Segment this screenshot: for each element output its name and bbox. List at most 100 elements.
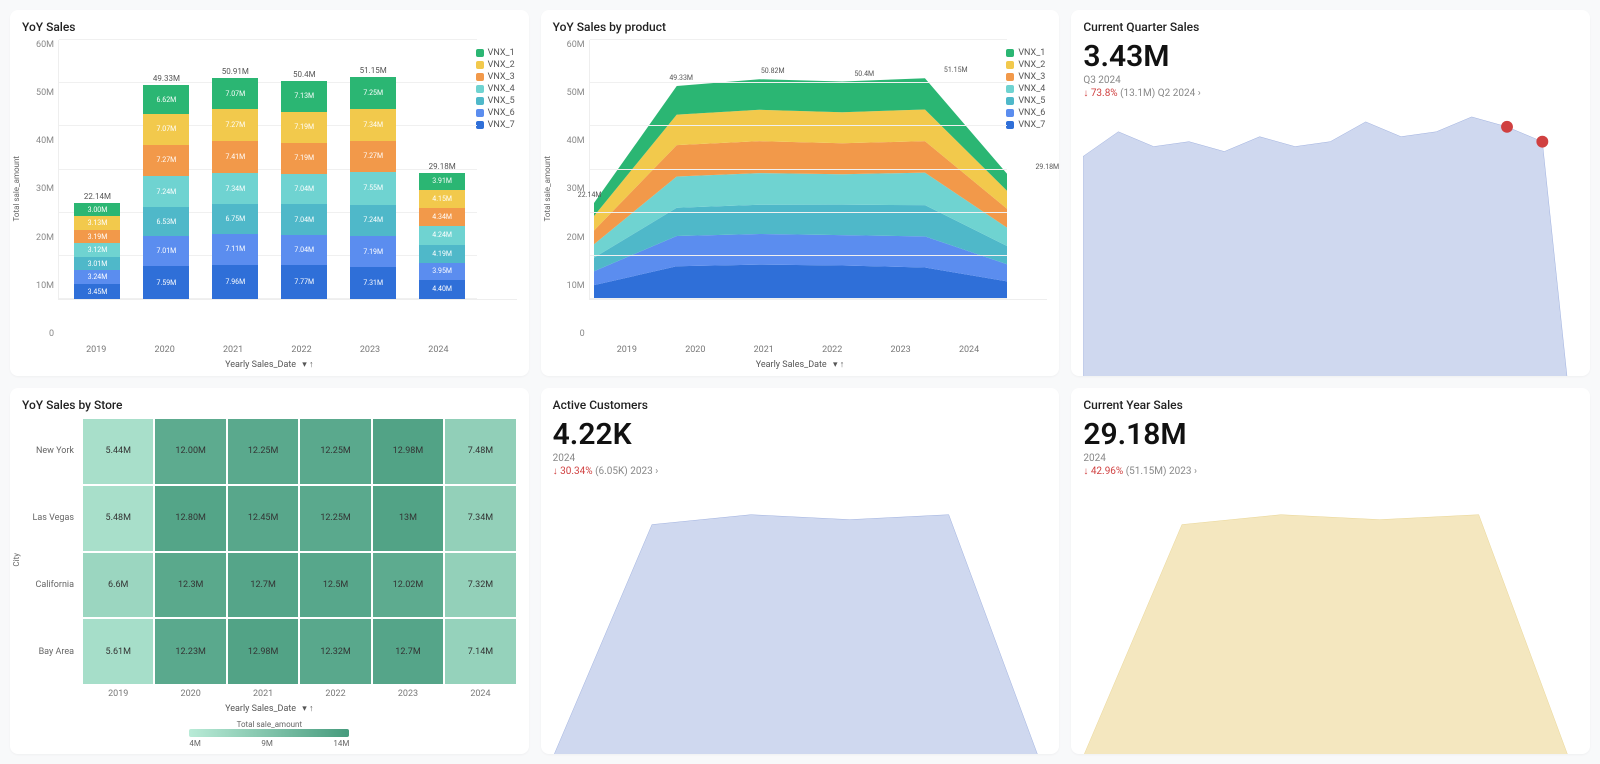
delta-abs: (51.15M)	[1126, 466, 1167, 477]
heatmap-row-label: Las Vegas	[22, 485, 82, 552]
bar-total-label: 49.33M	[153, 74, 180, 83]
heatmap-cell[interactable]: 12.02M	[372, 552, 444, 619]
card-title: YoY Sales by Store	[22, 398, 517, 412]
delta-pct: 30.34%	[560, 466, 592, 477]
bar-segment: 7.11M	[212, 234, 258, 265]
heatmap-cell[interactable]: 7.34M	[444, 485, 516, 552]
bar-segment: 7.13M	[281, 81, 327, 112]
bar-segment: 7.34M	[212, 173, 258, 205]
card-title: Current Year Sales	[1083, 398, 1578, 412]
kpi-value: 29.18M	[1083, 418, 1578, 451]
bar-column[interactable]: 29.18M4.40M3.95M4.19M4.24M4.34M4.15M3.91…	[417, 162, 467, 299]
legend-title: Total sale_amount	[237, 720, 303, 729]
bar-segment: 4.34M	[419, 208, 465, 227]
chart-body: 60M50M40M30M20M10M0 22.14M49.33M50.82M50…	[553, 40, 1048, 339]
bar-segment: 7.19M	[281, 143, 327, 174]
kpi-period: Q3 2024	[1083, 75, 1578, 86]
bar-segment: 7.27M	[143, 145, 189, 177]
bar-column[interactable]: 49.33M7.59M7.01M6.53M7.24M7.27M7.07M6.62…	[141, 74, 191, 299]
chevron-right-icon[interactable]: ›	[655, 466, 658, 477]
heatmap-cell[interactable]: 12.00M	[154, 418, 226, 485]
delta-abs: (13.1M)	[1120, 88, 1155, 99]
area-total-label: 22.14M	[578, 191, 602, 199]
heatmap-cell[interactable]: 12.7M	[372, 618, 444, 685]
heatmap-cell[interactable]: 13M	[372, 485, 444, 552]
compare-period: Q2 2024	[1158, 88, 1195, 99]
bar-column[interactable]: 50.91M7.96M7.11M6.75M7.34M7.41M7.27M7.07…	[210, 67, 260, 299]
card-yoy-by-store[interactable]: YoY Sales by Store City New York5.44M12.…	[10, 388, 529, 754]
x-tick: 2020	[155, 345, 175, 355]
heatmap-cell[interactable]: 7.32M	[444, 552, 516, 619]
dashboard: YoY Sales VNX_1VNX_2VNX_3VNX_4VNX_5VNX_6…	[0, 0, 1600, 764]
bar-segment: 3.91M	[419, 173, 465, 190]
heatmap-cell[interactable]: 5.61M	[82, 618, 154, 685]
x-axis-label: Yearly Sales_Date ▾ ↑	[22, 359, 517, 370]
card-current-quarter[interactable]: Current Quarter Sales 3.43M Q3 2024 ↓ 73…	[1071, 10, 1590, 376]
bar-segment: 3.12M	[74, 243, 120, 257]
heatmap-cell[interactable]: 12.98M	[227, 618, 299, 685]
bar-segment: 3.45M	[74, 284, 120, 299]
kpi-value: 3.43M	[1083, 40, 1578, 73]
bar-segment: 7.31M	[350, 267, 396, 299]
delta-pct: 73.8%	[1091, 88, 1118, 99]
heatmap-cell[interactable]: 12.45M	[227, 485, 299, 552]
heatmap-cell[interactable]: 12.80M	[154, 485, 226, 552]
sort-icon[interactable]: ▾ ↑	[302, 359, 313, 370]
heatmap-cell[interactable]: 12.23M	[154, 618, 226, 685]
chevron-right-icon[interactable]: ›	[1194, 466, 1197, 477]
down-arrow-icon: ↓	[1083, 466, 1088, 477]
bar-total-label: 22.14M	[84, 192, 111, 201]
heatmap-cell[interactable]: 12.98M	[372, 418, 444, 485]
heatmap-cell[interactable]: 7.48M	[444, 418, 516, 485]
bar-segment: 3.19M	[74, 230, 120, 244]
y-axis-label: Total sale_amount	[543, 156, 552, 222]
x-tick: 2021	[754, 345, 774, 355]
bar-column[interactable]: 51.15M7.31M7.19M7.24M7.55M7.27M7.34M7.25…	[348, 66, 398, 299]
x-tick: 2022	[822, 345, 842, 355]
bar-plot[interactable]: 22.14M3.45M3.24M3.01M3.12M3.19M3.13M3.00…	[58, 40, 517, 300]
area-plot[interactable]: 22.14M49.33M50.82M50.4M51.15M29.18M	[589, 40, 1048, 300]
heatmap-cell[interactable]: 7.14M	[444, 618, 516, 685]
sort-icon[interactable]: ▾ ↑	[302, 703, 313, 714]
bar-segment: 7.04M	[281, 174, 327, 205]
heatmap-cell[interactable]: 12.25M	[299, 485, 371, 552]
heatmap-cell[interactable]: 5.44M	[82, 418, 154, 485]
sort-icon[interactable]: ▾ ↑	[833, 359, 844, 370]
x-axis-label: Yearly Sales_Date ▾ ↑	[22, 703, 517, 714]
bar-segment: 4.24M	[419, 226, 465, 244]
bar-segment: 6.53M	[143, 207, 189, 235]
card-active-customers[interactable]: Active Customers 4.22K 2024 ↓ 30.34% (6.…	[541, 388, 1060, 754]
bar-segment: 7.96M	[212, 265, 258, 299]
bar-column[interactable]: 50.4M7.77M7.04M7.04M7.04M7.19M7.19M7.13M	[279, 70, 329, 299]
bar-column[interactable]: 22.14M3.45M3.24M3.01M3.12M3.19M3.13M3.00…	[72, 192, 122, 299]
x-tick: 2021	[227, 689, 299, 699]
chevron-right-icon[interactable]: ›	[1198, 88, 1201, 99]
heatmap-row-label: New York	[22, 418, 82, 485]
bar-total-label: 50.4M	[293, 70, 316, 79]
area-total-label: 50.4M	[854, 70, 874, 78]
x-tick: 2022	[291, 345, 311, 355]
heatmap[interactable]: New York5.44M12.00M12.25M12.25M12.98M7.4…	[22, 418, 517, 748]
heatmap-cell[interactable]: 5.48M	[82, 485, 154, 552]
x-axis: 201920202021202220232024	[553, 339, 1048, 355]
y-axis: 60M50M40M30M20M10M0	[553, 40, 589, 339]
bar-segment: 7.04M	[281, 204, 327, 235]
heatmap-cell[interactable]: 12.5M	[299, 552, 371, 619]
card-current-year[interactable]: Current Year Sales 29.18M 2024 ↓ 42.96% …	[1071, 388, 1590, 754]
card-yoy-sales[interactable]: YoY Sales VNX_1VNX_2VNX_3VNX_4VNX_5VNX_6…	[10, 10, 529, 376]
card-title: YoY Sales by product	[553, 20, 1048, 34]
card-yoy-by-product[interactable]: YoY Sales by product VNX_1VNX_2VNX_3VNX_…	[541, 10, 1060, 376]
bar-segment: 7.27M	[350, 141, 396, 173]
kpi-delta: ↓ 73.8% (13.1M) Q2 2024 ›	[1083, 88, 1578, 99]
heatmap-cell[interactable]: 12.32M	[299, 618, 371, 685]
area-total-label: 49.33M	[669, 74, 693, 82]
heatmap-cell[interactable]: 12.25M	[299, 418, 371, 485]
heatmap-cell[interactable]: 12.7M	[227, 552, 299, 619]
heatmap-cell[interactable]: 12.25M	[227, 418, 299, 485]
heatmap-cell[interactable]: 12.3M	[154, 552, 226, 619]
sparkline	[553, 485, 1048, 754]
heatmap-cell[interactable]: 6.6M	[82, 552, 154, 619]
y-axis-label: City	[12, 553, 21, 567]
heatmap-row-label: California	[22, 552, 82, 619]
delta-pct: 42.96%	[1091, 466, 1123, 477]
